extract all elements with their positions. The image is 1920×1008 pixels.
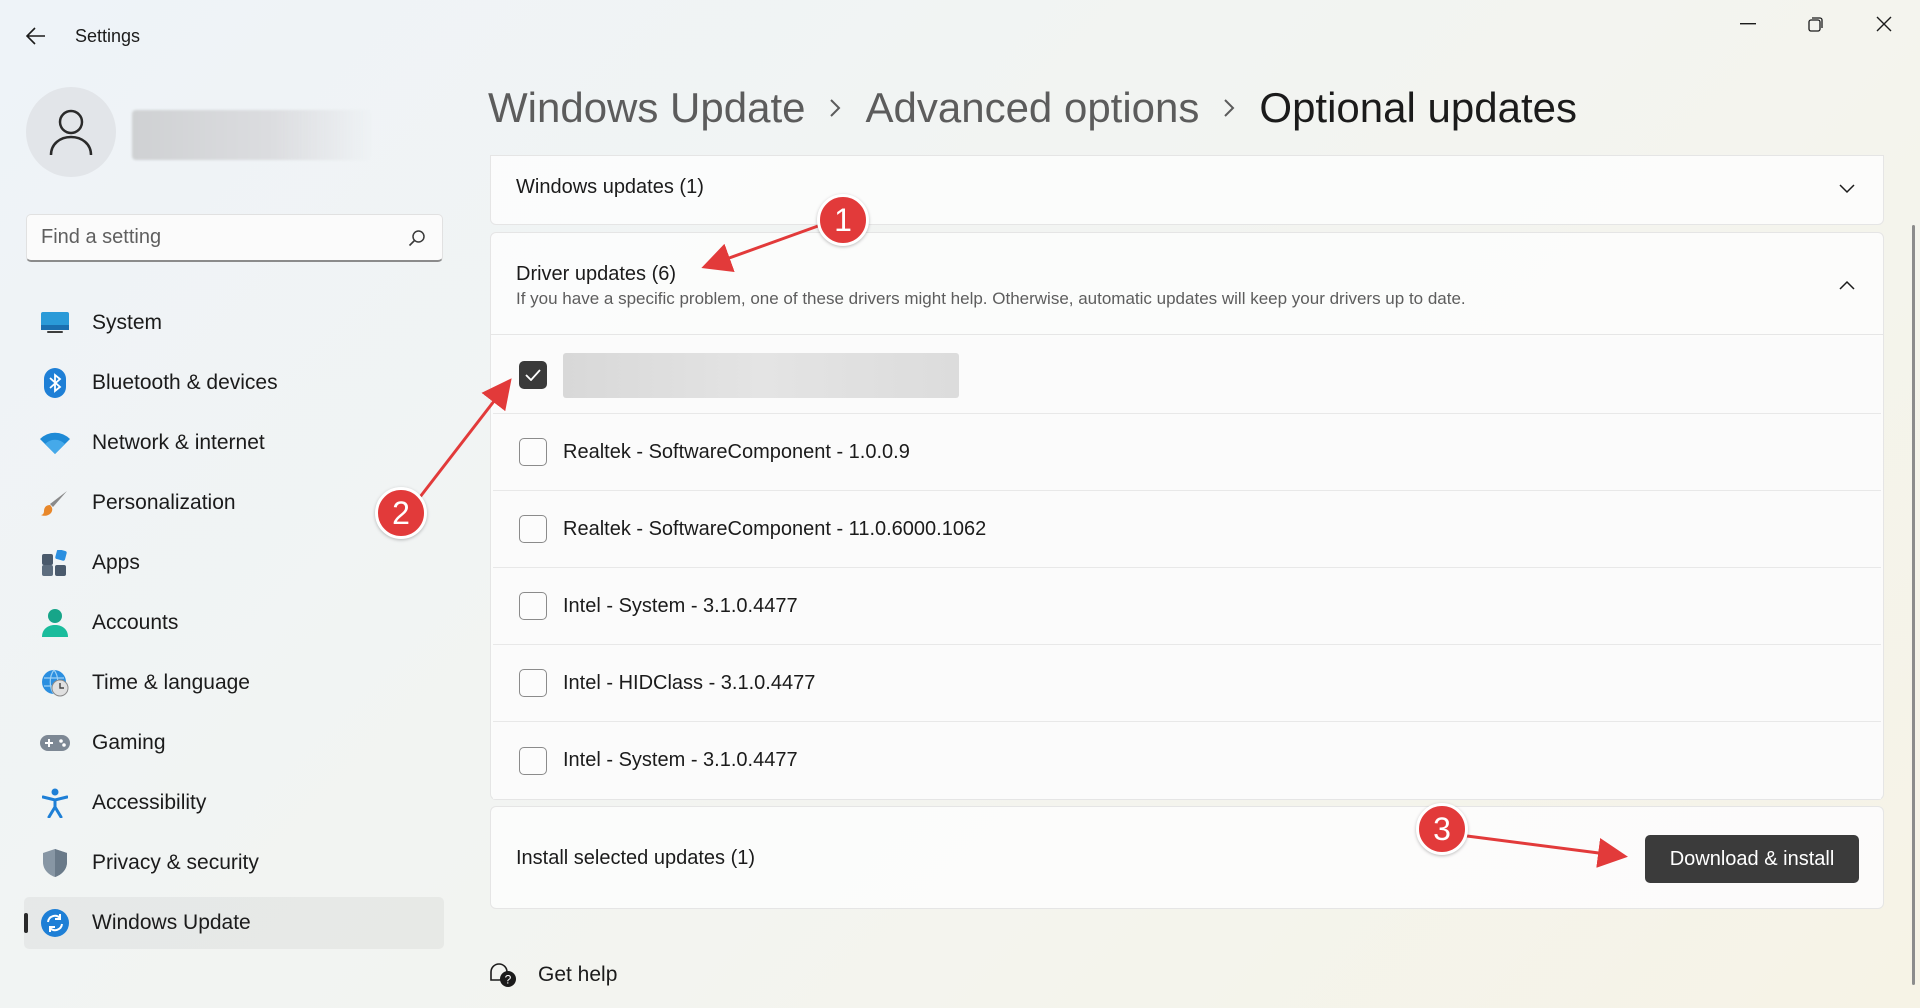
sidebar-item-label: Network & internet bbox=[92, 431, 265, 455]
sidebar-nav: System Bluetooth & devices Network & int… bbox=[24, 297, 444, 957]
driver-updates-header[interactable]: Driver updates (6) If you have a specifi… bbox=[491, 233, 1883, 335]
sidebar-item-accessibility[interactable]: Accessibility bbox=[24, 777, 444, 829]
checkmark-icon bbox=[525, 369, 541, 381]
driver-label: Realtek - SoftwareComponent - 1.0.0.9 bbox=[563, 441, 910, 464]
page-title: Optional updates bbox=[1259, 84, 1577, 132]
sidebar-item-windows-update[interactable]: Windows Update bbox=[24, 897, 444, 949]
title-bar: Settings bbox=[0, 0, 1920, 72]
sidebar-item-label: Accessibility bbox=[92, 791, 206, 815]
annotation-badge-3: 3 bbox=[1416, 803, 1468, 855]
close-button[interactable] bbox=[1858, 8, 1910, 40]
back-button[interactable] bbox=[20, 20, 52, 52]
install-selected-label: Install selected updates (1) bbox=[516, 847, 755, 870]
avatar[interactable] bbox=[26, 87, 116, 177]
monitor-icon bbox=[40, 308, 70, 338]
driver-row[interactable]: Realtek - SoftwareComponent - 11.0.6000.… bbox=[493, 491, 1881, 568]
windows-updates-section[interactable]: Windows updates (1) bbox=[490, 155, 1884, 225]
chevron-right-icon bbox=[1199, 98, 1259, 118]
wifi-icon bbox=[40, 428, 70, 458]
driver-label: Intel - System - 3.1.0.4477 bbox=[563, 749, 798, 772]
driver-label-redacted bbox=[563, 353, 959, 398]
driver-row[interactable]: Realtek - SoftwareComponent - 1.0.0.9 bbox=[493, 414, 1881, 491]
download-install-button[interactable]: Download & install bbox=[1645, 835, 1859, 883]
user-name-redacted bbox=[132, 110, 372, 160]
search-icon[interactable] bbox=[406, 227, 428, 249]
sidebar-item-network[interactable]: Network & internet bbox=[24, 417, 444, 469]
chevron-down-icon[interactable] bbox=[1835, 177, 1859, 201]
globe-clock-icon bbox=[40, 668, 70, 698]
close-icon bbox=[1876, 16, 1892, 32]
driver-row[interactable]: Intel - System - 3.1.0.4477 bbox=[493, 722, 1881, 799]
sidebar-item-gaming[interactable]: Gaming bbox=[24, 717, 444, 769]
minimize-button[interactable] bbox=[1722, 8, 1774, 40]
annotation-badge-1: 1 bbox=[817, 194, 869, 246]
sidebar-item-privacy[interactable]: Privacy & security bbox=[24, 837, 444, 889]
get-help-label: Get help bbox=[538, 963, 617, 987]
back-arrow-icon bbox=[26, 27, 46, 45]
get-help-link[interactable]: ? Get help bbox=[488, 960, 617, 990]
search-box[interactable] bbox=[26, 214, 443, 262]
driver-list: Realtek - SoftwareComponent - 1.0.0.9 Re… bbox=[493, 337, 1881, 799]
chevron-right-icon bbox=[805, 98, 865, 118]
breadcrumb: Windows Update Advanced options Optional… bbox=[488, 84, 1577, 132]
driver-checkbox[interactable] bbox=[519, 438, 547, 466]
update-icon bbox=[40, 908, 70, 938]
search-input[interactable] bbox=[41, 226, 406, 249]
gamepad-icon bbox=[40, 728, 70, 758]
restore-icon bbox=[1808, 16, 1824, 32]
person-icon bbox=[40, 608, 70, 638]
breadcrumb-windows-update[interactable]: Windows Update bbox=[488, 84, 805, 132]
brush-icon bbox=[40, 488, 70, 518]
sidebar-item-label: System bbox=[92, 311, 162, 335]
bluetooth-icon bbox=[40, 368, 70, 398]
driver-checkbox[interactable] bbox=[519, 747, 547, 775]
driver-updates-title: Driver updates (6) bbox=[516, 263, 676, 286]
sidebar-item-label: Privacy & security bbox=[92, 851, 259, 875]
driver-row[interactable]: Intel - System - 3.1.0.4477 bbox=[493, 568, 1881, 645]
sidebar-item-system[interactable]: System bbox=[24, 297, 444, 349]
sidebar-item-bluetooth[interactable]: Bluetooth & devices bbox=[24, 357, 444, 409]
breadcrumb-advanced-options[interactable]: Advanced options bbox=[865, 84, 1199, 132]
driver-checkbox[interactable] bbox=[519, 361, 547, 389]
app-title: Settings bbox=[75, 26, 140, 47]
sidebar-item-time-language[interactable]: Time & language bbox=[24, 657, 444, 709]
person-outline-icon bbox=[49, 108, 93, 156]
minimize-icon bbox=[1740, 23, 1756, 25]
scrollbar[interactable] bbox=[1912, 225, 1915, 985]
restore-button[interactable] bbox=[1790, 8, 1842, 40]
shield-icon bbox=[40, 848, 70, 878]
install-section: Install selected updates (1) Download & … bbox=[490, 806, 1884, 909]
sidebar-item-label: Windows Update bbox=[92, 911, 251, 935]
driver-updates-section: Driver updates (6) If you have a specifi… bbox=[490, 232, 1884, 800]
driver-row[interactable] bbox=[493, 337, 1881, 414]
sidebar-item-label: Apps bbox=[92, 551, 140, 575]
windows-updates-title: Windows updates (1) bbox=[516, 176, 704, 199]
driver-checkbox[interactable] bbox=[519, 515, 547, 543]
chevron-up-icon[interactable] bbox=[1835, 273, 1859, 297]
svg-text:?: ? bbox=[505, 973, 512, 987]
driver-checkbox[interactable] bbox=[519, 669, 547, 697]
sidebar-item-accounts[interactable]: Accounts bbox=[24, 597, 444, 649]
accessibility-icon bbox=[40, 788, 70, 818]
sidebar-item-label: Accounts bbox=[92, 611, 178, 635]
help-chat-icon: ? bbox=[488, 960, 518, 990]
sidebar-item-label: Personalization bbox=[92, 491, 236, 515]
driver-row[interactable]: Intel - HIDClass - 3.1.0.4477 bbox=[493, 645, 1881, 722]
sidebar-item-label: Time & language bbox=[92, 671, 250, 695]
driver-updates-description: If you have a specific problem, one of t… bbox=[516, 289, 1466, 309]
driver-label: Intel - System - 3.1.0.4477 bbox=[563, 595, 798, 618]
annotation-badge-2: 2 bbox=[375, 487, 427, 539]
driver-label: Realtek - SoftwareComponent - 11.0.6000.… bbox=[563, 518, 986, 541]
sidebar-item-apps[interactable]: Apps bbox=[24, 537, 444, 589]
sidebar-item-label: Bluetooth & devices bbox=[92, 371, 278, 395]
sidebar-item-label: Gaming bbox=[92, 731, 166, 755]
driver-checkbox[interactable] bbox=[519, 592, 547, 620]
driver-label: Intel - HIDClass - 3.1.0.4477 bbox=[563, 672, 815, 695]
apps-icon bbox=[40, 548, 70, 578]
